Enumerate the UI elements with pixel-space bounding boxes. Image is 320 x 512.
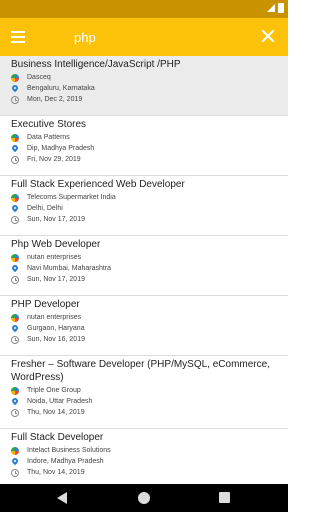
recent-apps-icon[interactable] (219, 492, 230, 503)
job-location: Navi Mumbai, Maharashtra (11, 263, 277, 274)
location-text: Delhi, Delhi (27, 205, 63, 212)
job-location: Gurgaon, Haryana (11, 323, 277, 334)
job-list: Business Intelligence/JavaScript /PHP Da… (0, 56, 288, 484)
company-icon (11, 446, 19, 455)
clock-icon (11, 95, 19, 104)
date-text: Fri, Nov 29, 2019 (27, 156, 81, 163)
job-item[interactable]: Full Stack Developer Intelact Business S… (0, 429, 288, 484)
date-text: Sun, Nov 16, 2019 (27, 336, 85, 343)
job-date: Fri, Nov 29, 2019 (11, 154, 277, 165)
job-company: Dasceq (11, 72, 277, 83)
back-icon[interactable] (57, 492, 67, 504)
job-item[interactable]: Full Stack Experienced Web Developer Tel… (0, 176, 288, 236)
job-date: Sun, Nov 17, 2019 (11, 274, 277, 285)
job-item[interactable]: Executive Stores Data Patterns Dip, Madh… (0, 116, 288, 176)
home-icon[interactable] (138, 492, 150, 504)
clock-icon (11, 468, 19, 477)
job-date: Mon, Dec 2, 2019 (11, 94, 277, 105)
location-text: Indore, Madhya Pradesh (27, 458, 104, 465)
job-location: Noida, Uttar Pradesh (11, 396, 277, 407)
date-text: Thu, Nov 14, 2019 (27, 469, 85, 476)
location-text: Navi Mumbai, Maharashtra (27, 265, 112, 272)
job-company: nutan enterprises (11, 312, 277, 323)
company-icon (11, 193, 19, 202)
job-title: Full Stack Experienced Web Developer (11, 179, 185, 190)
location-text: Dip, Madhya Pradesh (27, 145, 95, 152)
job-title: Php Web Developer (11, 239, 101, 250)
job-item[interactable]: Fresher – Software Developer (PHP/MySQL,… (0, 356, 288, 429)
location-text: Gurgaon, Haryana (27, 325, 85, 332)
app-bar (0, 18, 288, 56)
location-pin-icon (11, 458, 19, 466)
company-icon (11, 133, 19, 142)
company-name: Telecoms Supermarket India (27, 194, 116, 201)
job-date: Sun, Nov 16, 2019 (11, 334, 277, 345)
job-location: Indore, Madhya Pradesh (11, 456, 277, 467)
location-pin-icon (11, 205, 19, 213)
company-name: nutan enterprises (27, 314, 82, 321)
location-text: Bengaluru, Karnataka (27, 85, 95, 92)
job-title: Executive Stores (11, 119, 87, 130)
location-pin-icon (11, 145, 19, 153)
job-location: Dip, Madhya Pradesh (11, 143, 277, 154)
company-name: Data Patterns (27, 134, 70, 141)
job-location: Bengaluru, Karnataka (11, 83, 277, 94)
job-date: Sun, Nov 17, 2019 (11, 214, 277, 225)
status-icons (267, 3, 284, 13)
company-icon (11, 386, 19, 395)
status-bar (0, 0, 288, 18)
clock-icon (11, 155, 19, 164)
job-company: nutan enterprises (11, 252, 277, 263)
search-input[interactable] (74, 26, 244, 48)
job-company: Triple One Group (11, 385, 277, 396)
job-location: Delhi, Delhi (11, 203, 277, 214)
menu-icon[interactable] (10, 28, 28, 46)
date-text: Sun, Nov 17, 2019 (27, 216, 85, 223)
date-text: Sun, Nov 17, 2019 (27, 276, 85, 283)
location-text: Noida, Uttar Pradesh (27, 398, 93, 405)
system-nav-bar (0, 484, 288, 512)
job-item[interactable]: Php Web Developer nutan enterprises Navi… (0, 236, 288, 296)
clock-icon (11, 275, 19, 284)
job-company: Data Patterns (11, 132, 277, 143)
job-date: Thu, Nov 14, 2019 (11, 467, 277, 478)
company-icon (11, 313, 19, 322)
job-title: Business Intelligence/JavaScript /PHP (11, 59, 181, 70)
company-name: Dasceq (27, 74, 51, 81)
clock-icon (11, 335, 19, 344)
job-title: Full Stack Developer (11, 432, 104, 443)
signal-icon (267, 4, 275, 12)
job-title: PHP Developer (11, 299, 80, 310)
job-date: Thu, Nov 14, 2019 (11, 407, 277, 418)
clock-icon (11, 215, 19, 224)
job-company: Telecoms Supermarket India (11, 192, 277, 203)
job-item[interactable]: Business Intelligence/JavaScript /PHP Da… (0, 56, 288, 116)
company-name: Intelact Business Solutions (27, 447, 111, 454)
battery-icon (278, 3, 284, 13)
company-icon (11, 253, 19, 262)
company-name: nutan enterprises (27, 254, 82, 261)
location-pin-icon (11, 325, 19, 333)
company-icon (11, 73, 19, 82)
date-text: Mon, Dec 2, 2019 (27, 96, 83, 103)
location-pin-icon (11, 85, 19, 93)
location-pin-icon (11, 265, 19, 273)
job-title: Fresher – Software Developer (PHP/MySQL,… (11, 359, 270, 383)
clock-icon (11, 408, 19, 417)
close-icon[interactable] (258, 26, 278, 46)
job-company: Intelact Business Solutions (11, 445, 277, 456)
company-name: Triple One Group (27, 387, 81, 394)
date-text: Thu, Nov 14, 2019 (27, 409, 85, 416)
location-pin-icon (11, 398, 19, 406)
job-item[interactable]: PHP Developer nutan enterprises Gurgaon,… (0, 296, 288, 356)
